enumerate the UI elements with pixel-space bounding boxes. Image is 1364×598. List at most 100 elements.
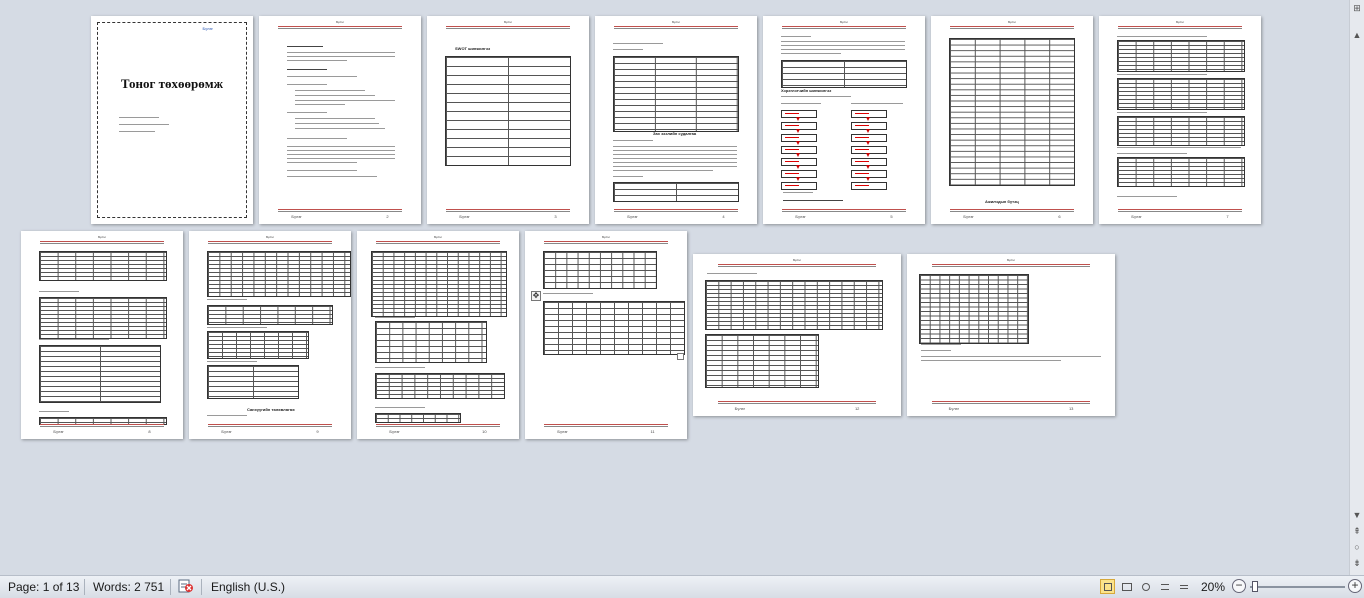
table-9b (207, 305, 333, 325)
ruler-toggle-icon[interactable]: ⊞ (1352, 3, 1362, 13)
page-header-text: Бүлэг (504, 20, 512, 24)
word-count[interactable]: Words: 2 751 (93, 580, 164, 594)
page-footer-text: Бүлэг (963, 214, 974, 219)
page-header-text: Бүлэг (336, 20, 344, 24)
table-9c (207, 331, 309, 359)
page-number: 12 (854, 406, 860, 411)
page-footer-text: Бүлэг (291, 214, 302, 219)
page-11[interactable]: Бүлэг ✥ Бүлэг 11 (525, 231, 687, 439)
document-workspace[interactable]: Бүлэг Тоног төхөөрөмж Бүлэг Бүлэг 2 Бүлэ… (0, 0, 1350, 576)
zoom-level[interactable]: 20% (1201, 580, 1225, 594)
staff-table (949, 38, 1075, 186)
table-8c (39, 345, 161, 403)
next-page-icon[interactable]: ⇟ (1352, 558, 1362, 568)
page-header-text: Бүлэг (793, 258, 801, 262)
page-10[interactable]: Бүлэг Бүлэг 10 (357, 231, 519, 439)
page-footer-text: Бүлэг (53, 429, 64, 434)
table-7d (1117, 157, 1245, 187)
zoom-in-button[interactable]: + (1348, 579, 1362, 593)
page-number: 6 (1058, 214, 1061, 219)
table-11b (543, 301, 685, 355)
outline-icon[interactable] (1157, 579, 1172, 594)
cover-border (97, 22, 247, 218)
status-bar: Page: 1 of 13 Words: 2 751 English (U.S.… (0, 575, 1364, 598)
table-10a (371, 251, 507, 317)
page-count[interactable]: Page: 1 of 13 (8, 580, 79, 594)
page-footer-text: Бүлэг (948, 406, 960, 411)
page-number: 8 (148, 429, 151, 434)
draft-icon[interactable] (1176, 579, 1191, 594)
page-footer-text: Бүлэг (795, 214, 806, 219)
page-3[interactable]: Бүлэг SWOT шинжилгээ Бүлэг 3 (427, 16, 589, 224)
page-number: 5 (890, 214, 893, 219)
language-indicator[interactable]: English (U.S.) (211, 580, 285, 594)
page-5[interactable]: Бүлэг Хэрэглэгчийн шинжилгээ Бүлэг 5 (763, 16, 925, 224)
table-8a (39, 251, 167, 281)
page-header-text: Бүлэг (98, 235, 106, 239)
page-header-text: Бүлэг (1007, 258, 1015, 262)
table-move-handle-icon[interactable]: ✥ (531, 291, 541, 301)
select-browse-object-icon[interactable]: ○ (1352, 542, 1362, 552)
table-13a (919, 274, 1029, 344)
section-title-finance: Санхүүгийн төлөвлөгөө (247, 407, 295, 412)
page-header-text: Бүлэг (266, 235, 274, 239)
section-title-consumer: Хэрэглэгчийн шинжилгээ (781, 88, 832, 93)
full-screen-reading-icon[interactable] (1119, 579, 1134, 594)
table-9a (207, 251, 351, 297)
table-12a (705, 280, 883, 330)
page-header-text: Бүлэг (1176, 20, 1184, 24)
table-8b (39, 297, 167, 339)
table-resize-handle-icon[interactable] (677, 353, 684, 360)
page-header-text: Бүлэг (672, 20, 680, 24)
table-10c (375, 373, 505, 399)
market-table (613, 56, 739, 132)
info-table (781, 60, 907, 88)
vertical-scrollbar[interactable]: ⊞ ▲ ▼ ⇞ ○ ⇟ (1349, 0, 1364, 576)
page-7[interactable]: Бүлэг Бүлэг 7 (1099, 16, 1261, 224)
section-title-market: Зах зээлийн судалгаа (653, 131, 697, 136)
page-header-text: Бүлэг (1008, 20, 1016, 24)
page-13[interactable]: Бүлэг Бүлэг 13 (907, 254, 1115, 416)
scroll-up-icon[interactable]: ▲ (1352, 30, 1362, 40)
swot-table (445, 56, 571, 166)
table-10b (375, 321, 487, 363)
page-footer-text: Бүлэг (459, 214, 470, 219)
zoom-slider-track[interactable] (1250, 586, 1345, 588)
page-9[interactable]: Бүлэг Санхүүгийн төлөвлөгөө Бүлэг 9 (189, 231, 351, 439)
page-1-cover[interactable]: Бүлэг Тоног төхөөрөмж (91, 16, 253, 224)
zoom-slider-thumb[interactable] (1252, 581, 1258, 592)
page-2[interactable]: Бүлэг Бүлэг 2 (259, 16, 421, 224)
table-10d (375, 413, 461, 423)
page-footer-text: Бүлэг (734, 406, 746, 411)
page-number: 9 (316, 429, 319, 434)
section-title-staff: Ажилчдын бүтэц (985, 199, 1019, 204)
page-number: 10 (482, 429, 487, 434)
table-7c (1117, 116, 1245, 146)
table-9d (207, 365, 299, 399)
table-7a (1117, 40, 1245, 72)
page-footer-text: Бүлэг (557, 429, 568, 434)
page-number: 2 (386, 214, 389, 219)
page-number: 11 (650, 429, 655, 434)
page-number: 3 (554, 214, 557, 219)
scroll-down-icon[interactable]: ▼ (1352, 510, 1362, 520)
page-header-text: Бүлэг (840, 20, 848, 24)
page-8[interactable]: Бүлэг Бүлэг 8 (21, 231, 183, 439)
page-4[interactable]: Бүлэг Зах зээлийн судалгаа Бүлэг 4 (595, 16, 757, 224)
page-footer-text: Бүлэг (1131, 214, 1142, 219)
page-number: 4 (722, 214, 725, 219)
page-12[interactable]: Бүлэг Бүлэг 12 (693, 254, 901, 416)
web-layout-icon[interactable] (1138, 579, 1153, 594)
page-number: 7 (1226, 214, 1229, 219)
zoom-out-button[interactable]: − (1232, 579, 1246, 593)
page-header-text: Бүлэг (434, 235, 442, 239)
page-6[interactable]: Бүлэг Ажилчдын бүтэц Бүлэг 6 (931, 16, 1093, 224)
proofing-icon[interactable] (178, 578, 194, 594)
table-7b (1117, 78, 1245, 110)
page-footer-text: Бүлэг (389, 429, 400, 434)
page-footer-text: Бүлэг (221, 429, 232, 434)
previous-page-icon[interactable]: ⇞ (1352, 526, 1362, 536)
print-layout-icon[interactable] (1100, 579, 1115, 594)
summary-table (613, 182, 739, 202)
table-12b (705, 334, 819, 388)
